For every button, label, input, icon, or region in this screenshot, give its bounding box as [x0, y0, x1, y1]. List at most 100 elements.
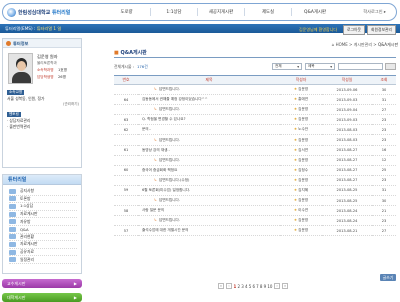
cell-title[interactable]: 6월 토론회(미수업) 일정합니다.: [138, 185, 280, 197]
first-page-button[interactable]: «: [217, 283, 224, 289]
cell-date-text: 2013-08-24: [336, 208, 358, 213]
cell-views-text: 23: [381, 178, 387, 183]
table-row[interactable]: 62 문의.. ★노수안 2013-08-03 23: [114, 124, 396, 136]
menu-item-discussion[interactable]: 토론방: [9, 196, 77, 204]
column-header: 번호: [122, 77, 130, 82]
breadcrumb-path[interactable]: HOME > 게시판관리 >: [336, 42, 377, 47]
cell-date-text: 2013-08-27: [336, 148, 358, 153]
chevron-down-icon: ▾: [330, 64, 332, 69]
search-button[interactable]: [385, 63, 396, 70]
nav-item-consult[interactable]: 1:1상담: [150, 8, 197, 16]
menu-item-schedule[interactable]: 일정관리: [9, 256, 77, 264]
cell-date-text: 2013-09-03: [336, 97, 358, 102]
page-number[interactable]: 3: [241, 284, 244, 289]
site-logo[interactable]: 한림성심대학교 튜터리얼: [18, 9, 70, 16]
menu-item-notice[interactable]: 공지사항: [9, 188, 77, 196]
author-badge-icon: ★: [293, 218, 298, 223]
cell-title[interactable]: ↳ 답변드립니다.: [138, 195, 280, 207]
page-number[interactable]: 7: [256, 284, 259, 289]
cell-title[interactable]: 김동동에서 권해줄 예정 강정이었습니다^^: [138, 94, 280, 106]
side-button-label: 대학게시판: [7, 294, 26, 300]
page-number[interactable]: 5: [249, 284, 252, 289]
cell-number-text: 62: [123, 127, 129, 132]
academic-login-link[interactable]: 학사로그인 ▸: [363, 9, 386, 15]
table-row[interactable]: ↳ 답변드립니다. ★김운영 2013-08-03 23: [114, 134, 396, 146]
page-number[interactable]: 6: [252, 284, 255, 289]
professor-board-button[interactable]: 교수게시판 ▶: [2, 279, 82, 288]
category-select[interactable]: 전체 ▾: [272, 63, 302, 70]
cell-title[interactable]: ↳ 답변드립니다.: [138, 215, 280, 227]
cell-title[interactable]: 문의..: [138, 124, 280, 136]
cell-title[interactable]: ↳ 답변드립니다.: [138, 134, 280, 146]
mentoring-item[interactable]: · 출판번역관리: [7, 124, 79, 130]
cell-views-text: 27: [381, 228, 387, 233]
write-button[interactable]: 글쓰기: [380, 274, 396, 281]
cell-title[interactable]: 동영상 강의 재생..: [138, 145, 280, 156]
cell-title[interactable]: 출석수업에 대한 개별시간 문의: [138, 225, 280, 237]
nav-item-resources[interactable]: 제도실: [244, 8, 291, 16]
logout-button[interactable]: 로그아웃: [343, 25, 366, 35]
page-number[interactable]: 10: [267, 284, 272, 289]
cell-title[interactable]: Q. 학점을 변경할 수 있나요?: [138, 114, 280, 126]
table-row[interactable]: ↳ 답변드립니다. ★김운영 2013-08-27 12: [114, 155, 396, 166]
menu-item-free[interactable]: 자유방: [9, 218, 77, 226]
search-input[interactable]: [338, 63, 383, 70]
nav-item-notice[interactable]: 새공지게시판: [197, 8, 244, 16]
cell-title[interactable]: ↳ 답변드립니다.: [138, 155, 280, 166]
logo-sub-text: 튜터리얼: [51, 10, 71, 16]
mentoring-chip: 멘토링: [7, 112, 21, 117]
table-row[interactable]: ↳ 답변드립니다. ★김운영 2013-09-04 27: [114, 104, 396, 116]
table-row[interactable]: 63 Q. 학점을 변경할 수 있나요? ★김운영 2013-09-03 23: [114, 114, 396, 126]
cell-author-text: 김서연: [298, 147, 309, 152]
cell-date: 2013-08-27: [322, 155, 372, 166]
table-row[interactable]: 57 출석수업에 대한 개별시간 문의 ★김운영 2013-08-21 27: [114, 225, 396, 237]
last-page-button[interactable]: »: [282, 283, 289, 289]
reply-arrow-icon: ↳: [154, 218, 158, 223]
menu-item-status[interactable]: 관리현황: [9, 234, 77, 242]
cell-title[interactable]: ↳ 답변드립니다.: [138, 84, 280, 96]
table-row[interactable]: ↳ 답변드립니다. ★김운영 2013-08-25 30: [114, 195, 396, 207]
cell-title[interactable]: ↳ 답변드립니다.: [138, 104, 280, 116]
menu-item-shared[interactable]: 공유자료: [9, 249, 77, 257]
menu-item-qna[interactable]: Q&A: [9, 226, 77, 234]
cell-title[interactable]: 중국어 중급회화 책정요: [138, 165, 280, 176]
table-row[interactable]: 64 김동동에서 권해줄 예정 강정이었습니다^^ ★홍애연 2013-09-03 31: [114, 94, 396, 106]
table-row[interactable]: 59 6월 토론회(미수업) 일정합니다. ★김지혜 2013-08-25 31: [114, 185, 396, 197]
cell-title-text: 사람 질문 문의: [142, 208, 165, 213]
table-row[interactable]: 58 사람 질문 문의 ★이수연 2013-08-24 21: [114, 205, 396, 217]
page-number[interactable]: 9: [264, 284, 267, 289]
cell-views: 31: [372, 94, 396, 106]
university-logo-icon[interactable]: [7, 8, 16, 17]
table-row[interactable]: 60 중국어 중급회화 책정요 ★김정수 2013-08-27 25: [114, 165, 396, 176]
page-number[interactable]: 2: [238, 284, 241, 289]
cell-title[interactable]: 사람 질문 문의: [138, 205, 280, 217]
page-number[interactable]: 8: [260, 284, 263, 289]
page-number[interactable]: 4: [245, 284, 248, 289]
cell-date: 2013-08-27: [322, 165, 372, 176]
manage-link[interactable]: (관리하기): [63, 102, 79, 107]
table-row[interactable]: ↳ 답변드립니다. ★김운영 2013-09-06 30: [114, 84, 396, 96]
page-number[interactable]: 1: [234, 284, 237, 289]
prev-page-button[interactable]: ‹: [225, 283, 232, 289]
cell-author: ★김정수: [280, 165, 322, 176]
table-row[interactable]: 61 동영상 강의 재생.. ★김서연 2013-08-27 16: [114, 145, 396, 156]
menu-item-consult[interactable]: 1:1상담: [9, 203, 77, 211]
cell-title[interactable]: ↳ 답변드립니다.(수정): [138, 175, 280, 186]
menu-item-board[interactable]: 자료게시판: [9, 211, 77, 219]
title-bullet-icon: ■: [114, 50, 119, 56]
next-page-button[interactable]: ›: [274, 283, 281, 289]
cell-views-text: 23: [381, 138, 387, 143]
menu-item-materials[interactable]: 자료게시판: [9, 241, 77, 249]
table-row[interactable]: ↳ 답변드립니다.(수정) ★김운영 2013-08-27 23: [114, 175, 396, 186]
cell-date: 2013-08-27: [322, 175, 372, 186]
author-badge-icon: ★: [293, 187, 298, 192]
my-info-button[interactable]: 회원정보관리: [367, 25, 396, 35]
logo-main-text: 한림성심대학교: [18, 10, 51, 16]
board-filter-bar: 전체게시물 : 176건 전체 ▾ 제목 ▾: [114, 62, 396, 71]
table-row[interactable]: ↳ 답변드립니다. ★김운영 2013-08-24 23: [114, 215, 396, 227]
cell-title-text: 문의..: [142, 127, 151, 132]
nav-item-discussion[interactable]: 도로량: [103, 8, 150, 16]
nav-item-qna[interactable]: Q&A게시판: [291, 8, 338, 16]
field-select[interactable]: 제목 ▾: [305, 63, 335, 70]
home-icon[interactable]: ⌂: [332, 42, 335, 47]
